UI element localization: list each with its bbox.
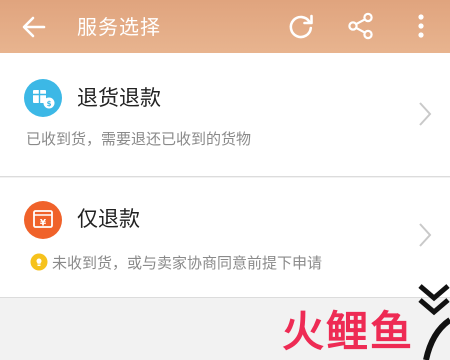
lightbulb-icon <box>30 253 48 271</box>
option-title: 仅退款 <box>77 207 140 231</box>
svg-text:$: $ <box>47 100 52 108</box>
refresh-icon[interactable] <box>285 10 317 42</box>
chevron-right-icon <box>419 223 432 247</box>
option-description: 未收到货，或与卖家协商同意前提下申请 <box>52 254 323 272</box>
top-app-bar: 服务选择 <box>0 0 450 53</box>
option-refund-only[interactable]: ¥ 仅退款 未收到货，或与卖家协商同意前提下申请 <box>0 178 450 298</box>
option-return-and-refund[interactable]: $ 退货退款 已收到货，需要退还已收到的货物 <box>0 53 450 177</box>
service-option-list: $ 退货退款 已收到货，需要退还已收到的货物 ¥ 仅退款 未收到货，或与卖家协商… <box>0 53 450 360</box>
chevron-right-icon <box>419 102 432 126</box>
refund-only-icon: ¥ <box>24 201 62 239</box>
svg-text:¥: ¥ <box>40 219 47 229</box>
back-arrow-icon[interactable] <box>18 12 50 42</box>
option-title: 退货退款 <box>77 86 161 110</box>
option-description: 已收到货，需要退还已收到的货物 <box>26 130 252 148</box>
more-vertical-icon[interactable] <box>405 10 437 42</box>
return-goods-icon: $ <box>24 79 62 117</box>
page-title: 服务选择 <box>77 15 161 39</box>
share-icon[interactable] <box>345 10 377 42</box>
